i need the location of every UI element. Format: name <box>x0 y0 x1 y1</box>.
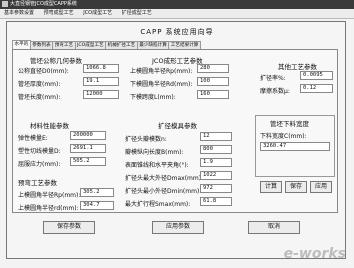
friction-coef-input[interactable]: 0.12 <box>300 84 333 93</box>
max-stroke-label: 最大扩行程Smax(mm): <box>125 201 191 208</box>
expand-heading: 扩径模具参数 <box>158 122 197 130</box>
material-heading: 材料性能参数 <box>30 122 69 130</box>
expansion-rate-input[interactable]: 0.0095 <box>300 71 333 80</box>
save-params-button[interactable]: 保存参数 <box>43 221 95 234</box>
nominal-diameter-label: 公称直径D0(mm): <box>18 68 69 75</box>
watermark-logo: e-works <box>283 246 346 262</box>
menu-item-preform[interactable]: 预弯成型工艺 <box>44 10 74 16</box>
max-diameter-input[interactable]: 1022 <box>200 171 232 180</box>
preform-upper-radius-input[interactable]: 305.2 <box>80 188 114 197</box>
tab-strip: 水平的 参数列表 预弯工艺 JCO成型工艺 机械扩径工艺 最少缺陷计算 工艺结果计算 <box>12 40 201 50</box>
max-diameter-label: 扩径头最大外径Dmax(mm): <box>125 175 204 182</box>
min-diameter-input[interactable]: 972 <box>200 184 232 193</box>
jco-span-label: 下模跨度L(mm): <box>130 94 176 101</box>
max-stroke-input[interactable]: 61.8 <box>200 197 232 206</box>
friction-coef-label: 摩擦系数μ: <box>260 88 290 95</box>
save-button[interactable]: 保存 <box>285 181 307 193</box>
plastic-modulus-label: 塑性切线模量D: <box>18 148 61 155</box>
app-icon <box>2 1 8 7</box>
window-title: 大直径钢管JCO成型CAPP系统 <box>10 1 77 7</box>
jco-lower-radius-input[interactable]: 100 <box>197 77 229 86</box>
preform-upper-radius-label: 上模圆角半径Rp(mm): <box>18 192 81 199</box>
plastic-modulus-input[interactable]: 2691.1 <box>70 144 106 153</box>
cone-angle-input[interactable]: 1.9 <box>200 158 232 167</box>
menu-bar: 基本参数设置 预弯成型工艺 JCO成型工艺 扩径成型工艺 <box>0 9 354 19</box>
width-heading: 管坯下料宽度 <box>270 120 309 128</box>
apply-params-button[interactable]: 应用参数 <box>152 221 204 234</box>
nominal-diameter-input[interactable]: 1066.8 <box>83 64 119 73</box>
jco-span-input[interactable]: 160 <box>197 90 229 99</box>
die-count-label: 扩径头瓣模数n: <box>125 136 167 143</box>
apply-button[interactable]: 应用 <box>310 181 332 193</box>
other-heading: 其他工艺参数 <box>278 63 317 71</box>
tube-thickness-input[interactable]: 19.1 <box>83 77 119 86</box>
jco-lower-radius-label: 下模圆角半径Rd(mm): <box>130 81 193 88</box>
preform-lower-radius-label: 上模圆角半径rd(mm): <box>18 205 79 212</box>
window-title-bar: 大直径钢管JCO成型CAPP系统 <box>0 0 354 9</box>
tube-length-input[interactable]: 12000 <box>83 90 119 99</box>
cancel-button[interactable]: 取消 <box>248 221 300 234</box>
die-length-input[interactable]: 800 <box>200 145 232 154</box>
jco-heading: JCO成形工艺参数 <box>152 57 203 65</box>
elastic-modulus-input[interactable]: 200000 <box>70 131 106 140</box>
panel-title: CAPP 系统应用向导 <box>140 28 214 36</box>
expansion-rate-label: 扩径率%: <box>260 75 286 82</box>
cone-angle-label: 表面锥线和水平夹角(°): <box>125 162 189 169</box>
calc-button[interactable]: 计算 <box>260 181 282 193</box>
preform-heading: 预弯工艺参数 <box>18 179 57 187</box>
preform-lower-radius-input[interactable]: 304.7 <box>80 201 114 210</box>
yield-stress-label: 屈服应力(mm): <box>18 161 61 168</box>
min-diameter-label: 扩径头最小外径Dmin(mm): <box>125 188 202 195</box>
menu-item-basic-params[interactable]: 基本参数设置 <box>4 10 34 16</box>
tube-thickness-label: 管坯厚度(mm): <box>18 81 61 88</box>
blank-width-input[interactable]: 3260.47 <box>260 142 330 151</box>
yield-stress-input[interactable]: 505.2 <box>70 157 106 166</box>
die-count-input[interactable]: 12 <box>200 132 232 141</box>
blank-width-label: 下料宽度C(mm): <box>260 133 307 140</box>
menu-item-expand[interactable]: 扩径成型工艺 <box>122 10 152 16</box>
elastic-modulus-label: 弹性模量E: <box>18 135 48 142</box>
jco-upper-radius-input[interactable]: 280 <box>197 64 229 73</box>
menu-item-jco[interactable]: JCO成型工艺 <box>83 10 112 16</box>
tube-length-label: 管坯长度(mm): <box>18 94 61 101</box>
jco-upper-radius-label: 上模圆角半径Rp(mm): <box>130 68 193 75</box>
die-length-label: 瓣模纵向长度B(mm): <box>125 149 184 156</box>
nominal-heading: 管坯公称几何参数 <box>30 57 82 65</box>
